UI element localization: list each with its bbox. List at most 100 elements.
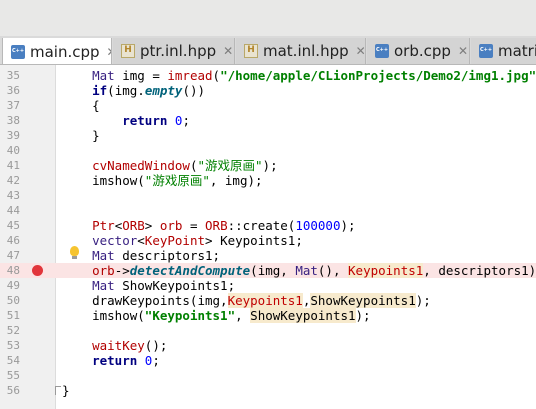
code-text: drawKeypoints(img,Keypoints1,ShowKeypoin… xyxy=(62,293,431,308)
tab-matrix[interactable]: matrix xyxy=(471,38,536,64)
line-number[interactable]: 41 xyxy=(0,158,20,173)
code-token: vector xyxy=(92,233,138,248)
line-number[interactable]: 47 xyxy=(0,248,20,263)
code-token: { xyxy=(62,98,100,113)
code-token: cvNamedWindow xyxy=(92,158,190,173)
code-token: imread xyxy=(167,68,213,83)
code-token: drawKeypoints(img, xyxy=(62,293,228,308)
code-line[interactable]: 41 cvNamedWindow("游戏原画"); xyxy=(0,158,536,173)
code-line[interactable]: 44 xyxy=(0,203,536,218)
line-number[interactable]: 51 xyxy=(0,308,20,323)
line-number[interactable]: 46 xyxy=(0,233,20,248)
code-token: Ptr xyxy=(92,218,115,233)
code-line[interactable]: 39 } xyxy=(0,128,536,143)
code-token: > Keypoints1; xyxy=(205,233,303,248)
line-number[interactable]: 48 xyxy=(0,263,20,278)
line-number[interactable]: 53 xyxy=(0,338,20,353)
code-text: cvNamedWindow("游戏原画"); xyxy=(62,158,278,173)
code-line[interactable]: 38 return 0; xyxy=(0,113,536,128)
code-line[interactable]: 51 imshow("Keypoints1", ShowKeypoints1); xyxy=(0,308,536,323)
close-icon[interactable]: ✕ xyxy=(223,44,233,58)
code-token: Mat xyxy=(92,248,115,263)
code-token: descriptors1; xyxy=(114,248,221,263)
code-line[interactable]: 49 Mat ShowKeypoints1; xyxy=(0,278,536,293)
editor-tab-bar: main.cpp ✕ ptr.inl.hpp ✕ mat.inl.hpp ✕ o… xyxy=(0,36,536,65)
close-icon[interactable]: ✕ xyxy=(458,44,468,58)
code-line[interactable]: 47 Mat descriptors1; xyxy=(0,246,536,263)
code-token: Mat xyxy=(92,278,115,293)
code-token: "/home/apple/CLionProjects/Demo2/img1.jp… xyxy=(220,68,536,83)
header-file-icon xyxy=(244,44,258,58)
code-token: ; xyxy=(182,113,190,128)
code-text: if(img.empty()) xyxy=(62,83,205,98)
code-token: Mat xyxy=(92,68,115,83)
code-token: (); xyxy=(144,338,168,353)
line-number[interactable]: 35 xyxy=(0,68,20,83)
header-file-icon xyxy=(121,44,135,58)
tab-ptr-inl-hpp[interactable]: ptr.inl.hpp ✕ xyxy=(113,38,235,64)
line-number[interactable]: 42 xyxy=(0,173,20,188)
code-token: ( xyxy=(212,68,221,83)
code-token: ); xyxy=(262,158,278,173)
code-line[interactable]: 37 { xyxy=(0,98,536,113)
code-token: ; xyxy=(152,353,160,368)
line-number[interactable]: 56 xyxy=(0,383,20,398)
code-text: Mat ShowKeypoints1; xyxy=(62,278,235,293)
code-line[interactable]: 56} xyxy=(0,383,536,398)
code-text: return 0; xyxy=(62,353,160,368)
code-token: < xyxy=(137,233,145,248)
line-number[interactable]: 44 xyxy=(0,203,20,218)
code-line[interactable]: 55 xyxy=(0,368,536,383)
tab-main-cpp[interactable]: main.cpp ✕ xyxy=(2,38,112,64)
code-token: orb xyxy=(159,218,183,233)
code-token: empty xyxy=(144,83,183,98)
code-line[interactable]: 42 imshow("游戏原画", img); xyxy=(0,173,536,188)
line-number[interactable]: 49 xyxy=(0,278,20,293)
line-number[interactable]: 43 xyxy=(0,188,20,203)
code-line[interactable]: 40 xyxy=(0,143,536,158)
line-number[interactable]: 55 xyxy=(0,368,20,383)
code-token: (), xyxy=(317,263,349,278)
code-line[interactable]: 48 orb->detectAndCompute(img, Mat(), Key… xyxy=(0,263,536,278)
line-number[interactable]: 54 xyxy=(0,353,20,368)
close-icon[interactable]: ✕ xyxy=(356,44,365,58)
line-number[interactable]: 36 xyxy=(0,83,20,98)
code-line[interactable]: 46 vector<KeyPoint> Keypoints1; xyxy=(0,233,536,248)
fold-marker-icon[interactable] xyxy=(55,386,61,395)
code-token: waitKey xyxy=(92,338,145,353)
code-line[interactable]: 50 drawKeypoints(img,Keypoints1,ShowKeyp… xyxy=(0,293,536,308)
line-number[interactable]: 45 xyxy=(0,218,20,233)
code-line[interactable]: 54 return 0; xyxy=(0,353,536,368)
code-text: Ptr<ORB> orb = ORB::create(100000); xyxy=(62,218,355,233)
code-line[interactable]: 45 Ptr<ORB> orb = ORB::create(100000); xyxy=(0,218,536,233)
close-icon[interactable]: ✕ xyxy=(107,45,111,59)
line-number[interactable]: 37 xyxy=(0,98,20,113)
code-text: { xyxy=(62,98,100,113)
code-text: imshow("Keypoints1", ShowKeypoints1); xyxy=(62,308,371,323)
code-token: > xyxy=(144,218,160,233)
code-text: Mat descriptors1; xyxy=(62,248,220,263)
code-line[interactable]: 53 waitKey(); xyxy=(0,338,536,353)
tab-orb-cpp[interactable]: orb.cpp ✕ xyxy=(367,38,470,64)
code-token: "游戏原画" xyxy=(144,173,210,188)
tab-mat-inl-hpp[interactable]: mat.inl.hpp ✕ xyxy=(236,38,366,64)
code-line[interactable]: 43 xyxy=(0,188,536,203)
line-number[interactable]: 52 xyxy=(0,323,20,338)
code-token: ::create( xyxy=(227,218,296,233)
code-editor[interactable]: 35 Mat img = imread("/home/apple/CLionPr… xyxy=(0,65,536,409)
line-number[interactable]: 40 xyxy=(0,143,20,158)
line-number[interactable]: 39 xyxy=(0,128,20,143)
breakpoint-icon[interactable] xyxy=(32,265,43,276)
code-line[interactable]: 36 if(img.empty()) xyxy=(0,83,536,98)
code-line[interactable]: 52 xyxy=(0,323,536,338)
cpp-file-icon xyxy=(479,44,493,58)
code-line[interactable]: 35 Mat img = imread("/home/apple/CLionPr… xyxy=(0,68,536,83)
line-number[interactable]: 50 xyxy=(0,293,20,308)
code-token: "游戏原画" xyxy=(197,158,263,173)
code-token: Keypoints1 xyxy=(227,293,303,308)
line-number[interactable]: 38 xyxy=(0,113,20,128)
